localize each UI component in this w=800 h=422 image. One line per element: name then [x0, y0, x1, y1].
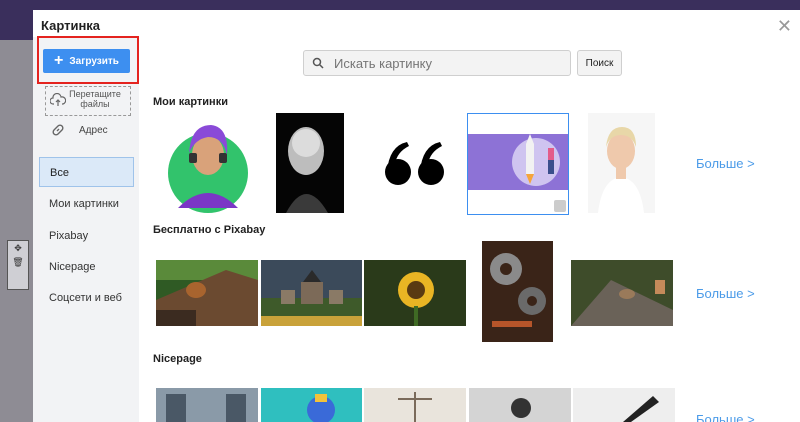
- trash-icon: 🗑: [12, 257, 24, 267]
- image-thumb[interactable]: [571, 260, 673, 326]
- scales-image: [364, 388, 466, 422]
- image-thumb[interactable]: [276, 113, 344, 213]
- image-thumb[interactable]: [573, 388, 675, 422]
- sidebar-item-my-images[interactable]: Мои картинки: [39, 189, 134, 219]
- section-title-nicepage: Nicepage: [153, 353, 202, 365]
- server-room-image: [156, 388, 258, 422]
- sidebar-item-social[interactable]: Соцсети и веб: [39, 283, 134, 313]
- plus-icon: +: [54, 52, 64, 69]
- dialog-title: Картинка: [41, 18, 101, 33]
- section-title-pixabay: Бесплатно с Pixabay: [153, 224, 266, 236]
- more-pixabay-link[interactable]: Больше >: [696, 286, 755, 301]
- sunflower-image: [364, 260, 466, 326]
- woman-portrait-image: [588, 113, 655, 213]
- cloud-upload-icon: [50, 93, 66, 106]
- sidebar-item-nicepage[interactable]: Nicepage: [39, 252, 134, 282]
- more-nicepage-link[interactable]: Больше >: [696, 412, 755, 422]
- image-thumb[interactable]: [469, 388, 571, 422]
- gears-image: [482, 241, 553, 342]
- teal-illustration-image: [261, 388, 362, 422]
- search-icon: [312, 57, 324, 69]
- image-thumb[interactable]: [156, 260, 258, 326]
- image-thumb[interactable]: [482, 241, 553, 342]
- address-button[interactable]: Адрес: [51, 123, 108, 137]
- camera-image: [469, 388, 571, 422]
- move-icon: ✥: [14, 243, 22, 253]
- upload-button[interactable]: + Загрузить: [43, 49, 130, 73]
- section-title-my-images: Мои картинки: [153, 96, 228, 108]
- sidebar-item-all[interactable]: Все: [39, 157, 134, 187]
- castle-image: [261, 260, 362, 326]
- image-thumb[interactable]: [156, 388, 258, 422]
- quote-image: [385, 142, 444, 185]
- avatar-image: [163, 113, 253, 213]
- upload-label: Загрузить: [69, 55, 119, 67]
- search-box: [303, 50, 571, 76]
- image-thumb[interactable]: [261, 260, 362, 326]
- image-dialog: Картинка ✕ + Загрузить Перетащите файлы …: [33, 10, 800, 422]
- rocket-image: [468, 134, 568, 190]
- drop-zone[interactable]: Перетащите файлы: [45, 86, 131, 116]
- image-thumb-selected[interactable]: [467, 113, 569, 215]
- fountain-pen-image: [573, 388, 675, 422]
- bird-roof-image: [571, 260, 673, 326]
- image-thumb[interactable]: [163, 113, 253, 213]
- background-toolbar: ✥ 🗑: [7, 240, 29, 290]
- search-input[interactable]: [332, 54, 556, 72]
- squirrel-image: [156, 260, 258, 326]
- image-thumb[interactable]: [364, 388, 466, 422]
- search-button[interactable]: Поиск: [577, 50, 622, 76]
- image-thumb[interactable]: [588, 113, 655, 213]
- delete-image-icon[interactable]: [554, 200, 566, 212]
- portrait-bw-image: [276, 113, 344, 213]
- close-icon[interactable]: ✕: [777, 16, 792, 37]
- image-thumb[interactable]: [383, 140, 448, 188]
- link-icon: [52, 124, 64, 136]
- more-my-images-link[interactable]: Больше >: [696, 156, 755, 171]
- sidebar-item-pixabay[interactable]: Pixabay: [39, 221, 134, 251]
- image-thumb[interactable]: [261, 388, 362, 422]
- image-thumb[interactable]: [364, 260, 466, 326]
- address-label: Адрес: [79, 124, 108, 136]
- background-editor-left: [0, 40, 33, 422]
